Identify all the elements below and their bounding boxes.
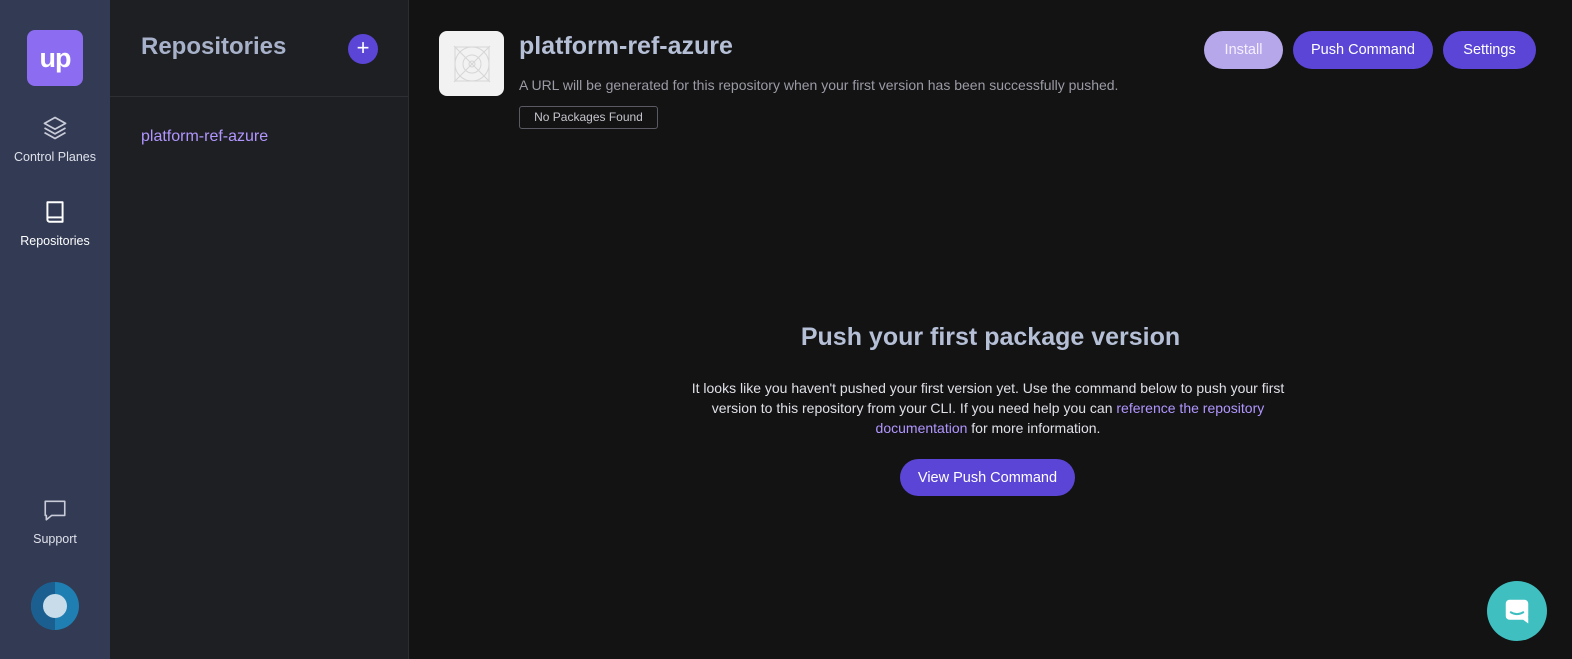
rail-item-label: Control Planes [14,150,96,164]
page-subtitle: A URL will be generated for this reposit… [519,77,1119,93]
chat-bubble-icon [40,495,70,525]
add-repository-button[interactable]: + [348,34,378,64]
package-placeholder-icon [439,31,504,96]
book-icon [40,197,70,227]
status-badge: No Packages Found [519,106,658,129]
repository-link[interactable]: platform-ref-azure [141,128,268,146]
nav-rail: up Control Planes Repositories Support [0,0,110,659]
repositories-panel: Repositories + platform-ref-azure [110,0,409,659]
empty-state-text: It looks like you haven't pushed your fi… [689,378,1287,438]
rail-item-support[interactable]: Support [0,495,110,546]
logo-text: up [39,42,72,73]
settings-button[interactable]: Settings [1443,31,1536,69]
rail-item-label: Support [33,532,77,546]
rail-item-label: Repositories [20,234,90,248]
push-command-button[interactable]: Push Command [1293,31,1433,69]
view-push-command-button[interactable]: View Push Command [900,459,1075,496]
install-button[interactable]: Install [1204,31,1283,69]
main-content: platform-ref-azure A URL will be generat… [409,0,1572,659]
empty-state-title: Push your first package version [800,323,1181,351]
upbound-logo[interactable]: up [27,30,83,86]
rail-item-control-planes[interactable]: Control Planes [0,113,110,164]
avatar-icon[interactable] [31,582,79,630]
chat-widget-icon[interactable] [1487,581,1547,641]
repositories-title: Repositories [141,33,287,60]
rail-item-repositories[interactable]: Repositories [0,197,110,248]
repositories-header: Repositories + [110,0,408,97]
empty-text-after: for more information. [967,420,1101,436]
layers-icon [40,113,70,143]
page-title: platform-ref-azure [519,32,733,60]
